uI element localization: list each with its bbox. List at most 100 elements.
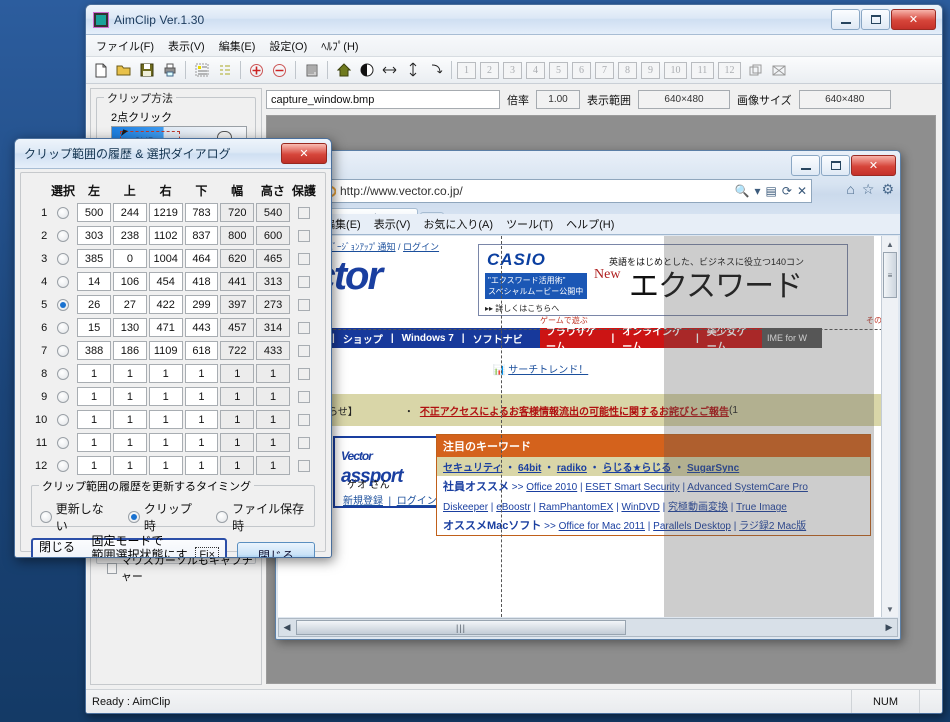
vscroll-thumb[interactable]: ≡ xyxy=(883,252,897,298)
open-icon[interactable] xyxy=(113,60,134,81)
search-trend-link[interactable]: 📊 サーチトレンド！ xyxy=(493,361,588,376)
input-bottom[interactable]: 1 xyxy=(184,410,219,429)
nav-bishoujo-game[interactable]: 美少女ゲーム xyxy=(707,323,756,353)
protect-checkbox[interactable] xyxy=(297,229,310,242)
input-top[interactable]: 238 xyxy=(113,226,147,245)
menu-file[interactable]: ファイル(F) xyxy=(96,38,154,54)
slot-button-5[interactable]: 5 xyxy=(549,61,568,79)
slot-button-10[interactable]: 10 xyxy=(664,61,687,79)
browser-menu-view[interactable]: 表示(V) xyxy=(374,216,411,232)
slot-button-2[interactable]: 2 xyxy=(480,61,499,79)
row-select-cell[interactable] xyxy=(50,321,76,334)
protect-checkbox[interactable] xyxy=(297,459,310,472)
kw-radiroku[interactable]: ラジ録2 Mac版 xyxy=(739,521,806,532)
browser-menu-tools[interactable]: ツール(T) xyxy=(506,216,553,232)
input-top[interactable]: 1 xyxy=(113,410,147,429)
no-capture-icon[interactable] xyxy=(768,60,789,81)
input-top[interactable]: 1 xyxy=(113,364,147,383)
nav-shop[interactable]: ショップ xyxy=(343,331,383,346)
slot-button-7[interactable]: 7 xyxy=(595,61,614,79)
input-left[interactable]: 1 xyxy=(77,387,111,406)
protect-checkbox[interactable] xyxy=(297,367,310,380)
input-left[interactable]: 1 xyxy=(77,410,111,429)
timing-radio-onsave[interactable] xyxy=(216,511,229,523)
nav-windows7[interactable]: Windows 7 xyxy=(402,333,454,344)
capture-cursor-checkbox[interactable] xyxy=(107,562,117,574)
browser-close-button[interactable]: ✕ xyxy=(851,155,896,176)
input-left[interactable]: 385 xyxy=(77,249,111,268)
input-right[interactable]: 1 xyxy=(148,410,183,429)
row-select-cell[interactable] xyxy=(50,298,76,311)
input-top[interactable]: 106 xyxy=(113,272,147,291)
slot-button-6[interactable]: 6 xyxy=(572,61,591,79)
browser-minimize-button[interactable] xyxy=(791,155,820,176)
aimclip-titlebar[interactable]: AimClip Ver.1.30 ✕ xyxy=(86,5,942,35)
home-icon[interactable] xyxy=(333,60,354,81)
input-top[interactable]: 0 xyxy=(113,249,147,268)
input-bottom[interactable]: 1 xyxy=(184,433,219,452)
kw-ramphantom[interactable]: RamPhantomEX xyxy=(539,502,613,513)
row-select-cell[interactable] xyxy=(50,436,76,449)
kw-systemcare[interactable]: Advanced SystemCare Pro xyxy=(687,482,808,493)
filename-field[interactable]: capture_window.bmp xyxy=(266,90,500,109)
cell-protect[interactable] xyxy=(291,321,317,334)
input-right[interactable]: 471 xyxy=(148,318,183,337)
input-top[interactable]: 130 xyxy=(113,318,147,337)
refresh-icon[interactable]: ⟳ xyxy=(782,184,792,198)
input-bottom[interactable]: 837 xyxy=(184,226,219,245)
tools-gear-icon[interactable]: ⚙ xyxy=(881,181,894,198)
page-horizontal-scrollbar[interactable]: ◀ ||| ▶ xyxy=(278,618,898,637)
input-top[interactable]: 1 xyxy=(113,456,147,475)
input-right[interactable]: 454 xyxy=(148,272,183,291)
passport-register-link[interactable]: 新規登録 xyxy=(343,496,383,507)
row-select-radio[interactable] xyxy=(57,344,70,357)
slot-button-4[interactable]: 4 xyxy=(526,61,545,79)
input-left[interactable]: 1 xyxy=(77,456,111,475)
slot-button-8[interactable]: 8 xyxy=(618,61,637,79)
passport-login-link[interactable]: ログイン xyxy=(397,496,437,507)
dialog-close-button[interactable]: ✕ xyxy=(281,143,327,164)
input-bottom[interactable]: 418 xyxy=(184,272,219,291)
link-login[interactable]: ログイン xyxy=(403,242,439,252)
input-top[interactable]: 1 xyxy=(113,387,147,406)
row-select-radio[interactable] xyxy=(57,229,70,242)
cell-protect[interactable] xyxy=(291,459,317,472)
kw-security[interactable]: セキュリティ xyxy=(443,463,502,474)
kw-mac-label[interactable]: オススメMacソフト xyxy=(443,520,541,532)
input-bottom[interactable]: 299 xyxy=(184,295,219,314)
row-select-radio[interactable] xyxy=(57,459,70,472)
input-right[interactable]: 1 xyxy=(148,387,183,406)
input-bottom[interactable]: 1 xyxy=(184,387,219,406)
cell-protect[interactable] xyxy=(291,390,317,403)
dialog-titlebar[interactable]: クリップ範囲の履歴 & 選択ダイアログ ✕ xyxy=(15,139,331,169)
kw-windvd[interactable]: WinDVD xyxy=(621,502,659,513)
input-left[interactable]: 15 xyxy=(77,318,111,337)
cell-protect[interactable] xyxy=(291,413,317,426)
input-bottom[interactable]: 443 xyxy=(184,318,219,337)
protect-checkbox[interactable] xyxy=(297,390,310,403)
row-select-radio[interactable] xyxy=(57,367,70,380)
protect-checkbox[interactable] xyxy=(297,206,310,219)
cell-protect[interactable] xyxy=(291,229,317,242)
row-select-cell[interactable] xyxy=(50,459,76,472)
browser-menu-favorites[interactable]: お気に入り(A) xyxy=(423,216,493,232)
search-icon[interactable]: 🔍 xyxy=(735,184,750,198)
browser-maximize-button[interactable] xyxy=(821,155,850,176)
compatibility-icon[interactable]: ▤ xyxy=(766,184,777,198)
link-version-notify[interactable]: ﾊﾞｰｼﾞｮﾝｱｯﾌﾟ通知 xyxy=(328,242,396,252)
input-right[interactable]: 1 xyxy=(148,456,183,475)
slot-button-3[interactable]: 3 xyxy=(503,61,522,79)
input-left[interactable]: 14 xyxy=(77,272,111,291)
protect-checkbox[interactable] xyxy=(297,275,310,288)
menu-view[interactable]: 表示(V) xyxy=(168,38,205,54)
kw-radiru[interactable]: らじる★らじる xyxy=(602,463,671,474)
save-icon[interactable] xyxy=(136,60,157,81)
dialog-close-action-button[interactable]: 閉じる xyxy=(237,541,315,557)
zoom-in-icon[interactable] xyxy=(246,60,267,81)
input-top[interactable]: 1 xyxy=(113,433,147,452)
stop-icon[interactable]: ✕ xyxy=(797,184,807,198)
cell-protect[interactable] xyxy=(291,275,317,288)
slot-button-11[interactable]: 11 xyxy=(691,61,714,79)
row-select-cell[interactable] xyxy=(50,367,76,380)
input-left[interactable]: 500 xyxy=(77,203,111,222)
